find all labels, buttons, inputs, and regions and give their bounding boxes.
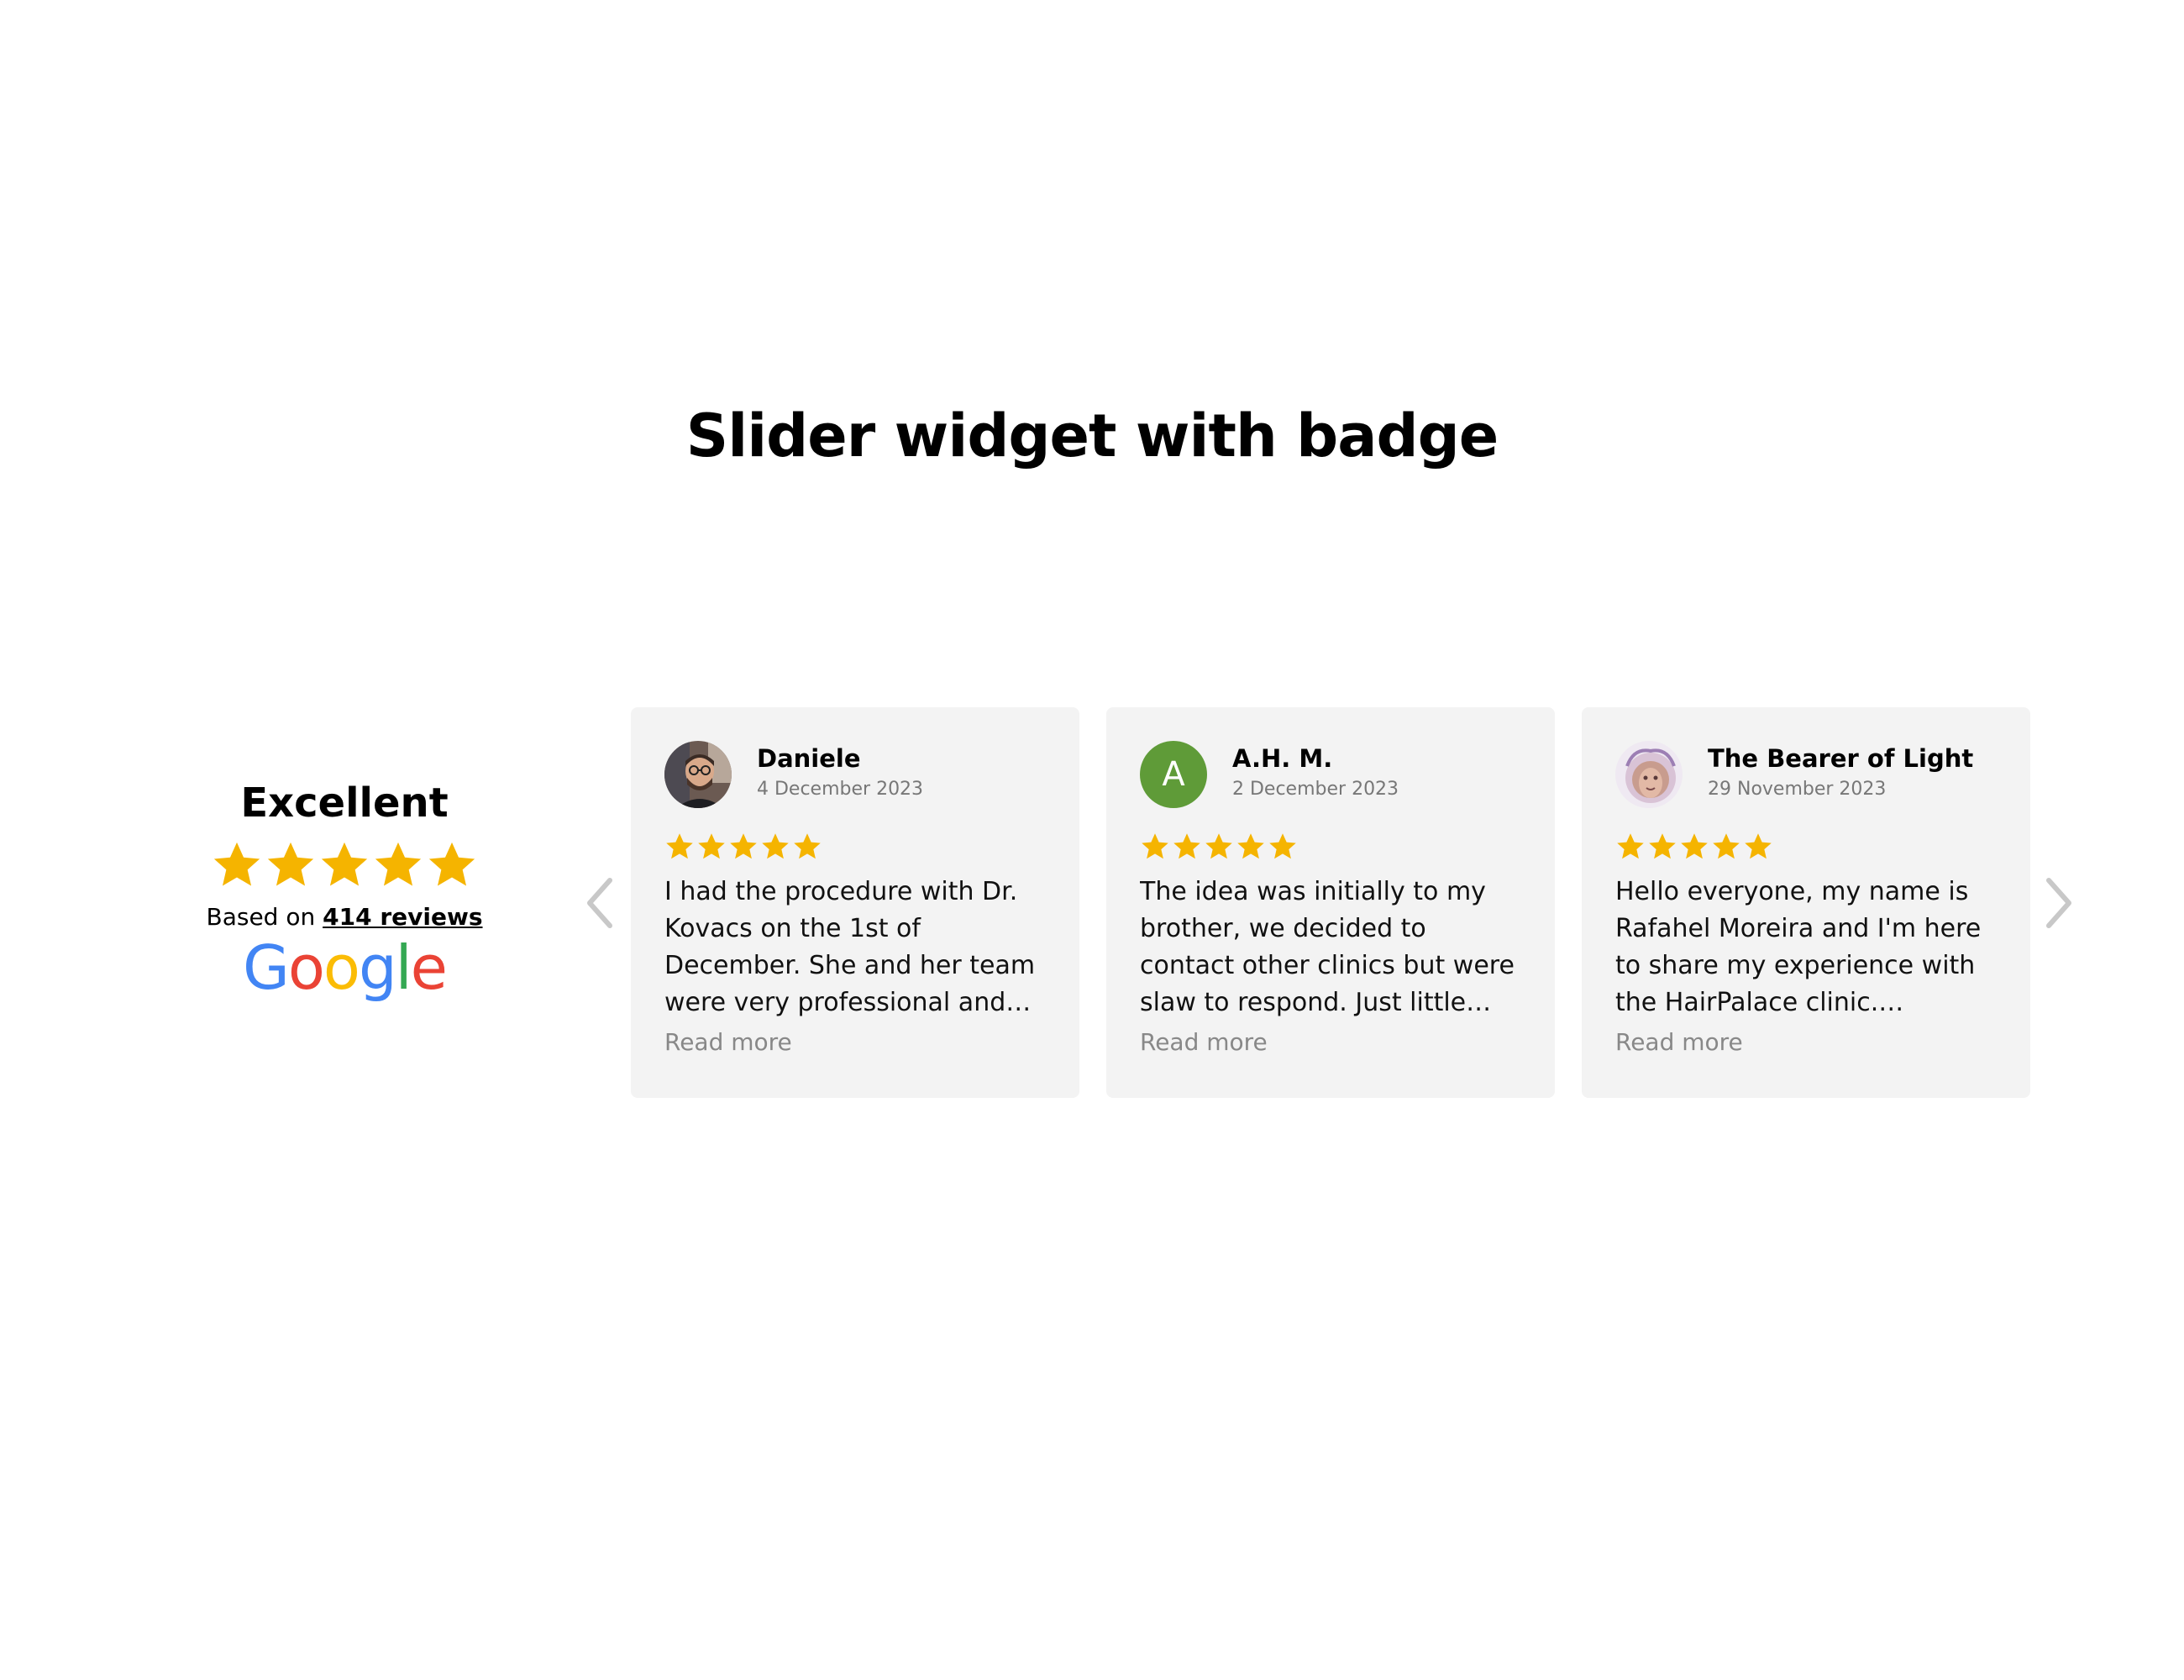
- google-logo-letter: g: [358, 932, 397, 1003]
- avatar: [1615, 741, 1683, 808]
- badge-stars: [193, 839, 496, 891]
- chevron-right-icon: [2046, 878, 2071, 928]
- based-on-prefix: Based on: [206, 902, 323, 931]
- review-stars: [1615, 832, 1997, 862]
- review-date: 2 December 2023: [1232, 778, 1399, 800]
- google-logo: Google: [193, 937, 496, 998]
- page: Slider widget with badge Excellent Based…: [0, 0, 2184, 1680]
- chevron-left-icon: [587, 878, 612, 928]
- rating-label: Excellent: [240, 780, 449, 827]
- page-title: Slider widget with badge: [685, 402, 1499, 470]
- based-on-text: Based on 414 reviews: [193, 903, 496, 931]
- review-text: The idea was initially to my brother, we…: [1140, 877, 1515, 1017]
- star-icon: [762, 833, 789, 859]
- review-header: A A.H. M. 2 December 2023: [1140, 741, 1521, 810]
- avatar: A: [1140, 741, 1207, 808]
- review-text: Hello everyone, my name is Rafahel Morei…: [1615, 877, 1982, 1017]
- review-card: The Bearer of Light 29 November 2023 Hel…: [1582, 707, 2030, 1098]
- star-icon: [375, 842, 422, 886]
- star-icon: [730, 833, 757, 859]
- author-name: A.H. M.: [1232, 744, 1333, 773]
- google-logo-letter: o: [287, 932, 325, 1003]
- star-icon: [213, 842, 260, 886]
- star-icon: [1617, 833, 1644, 859]
- review-text: I had the procedure with Dr. Kovacs on t…: [664, 877, 1036, 1017]
- star-icon: [428, 842, 475, 886]
- star-icon: [794, 833, 821, 859]
- review-author: A.H. M. 2 December 2023: [1232, 741, 1399, 800]
- star-icon: [1713, 833, 1740, 859]
- review-stars: [1140, 832, 1521, 862]
- slider-next-button[interactable]: [2037, 874, 2079, 932]
- read-more-link[interactable]: Read more: [1615, 1028, 1997, 1056]
- avatar: [664, 741, 732, 808]
- review-header: The Bearer of Light 29 November 2023: [1615, 741, 1997, 810]
- review-date: 29 November 2023: [1708, 778, 1887, 800]
- review-author: Daniele 4 December 2023: [757, 741, 923, 800]
- star-icon: [321, 842, 368, 886]
- reviews-count-link[interactable]: 414 reviews: [323, 903, 482, 931]
- star-icon: [1237, 833, 1264, 859]
- author-name: Daniele: [757, 744, 861, 773]
- author-name: The Bearer of Light: [1708, 744, 1974, 773]
- review-header: Daniele 4 December 2023: [664, 741, 1046, 810]
- review-date: 4 December 2023: [757, 778, 924, 800]
- star-icon: [1173, 833, 1200, 859]
- review-card: A A.H. M. 2 December 2023 The idea was i…: [1106, 707, 1555, 1098]
- rating-badge: Excellent Based on 414 reviews Google: [193, 781, 496, 998]
- star-icon: [698, 833, 725, 859]
- read-more-link[interactable]: Read more: [664, 1028, 1046, 1056]
- star-icon: [666, 833, 693, 859]
- google-logo-letter: G: [243, 932, 290, 1003]
- google-logo-letter: e: [410, 932, 448, 1003]
- read-more-link[interactable]: Read more: [1140, 1028, 1521, 1056]
- star-icon: [1745, 833, 1772, 859]
- review-stars: [664, 832, 1046, 862]
- star-icon: [1649, 833, 1676, 859]
- star-icon: [1681, 833, 1708, 859]
- slider-prev-button[interactable]: [580, 874, 622, 932]
- review-card: Daniele 4 December 2023 I had the proced…: [631, 707, 1079, 1098]
- star-icon: [267, 842, 314, 886]
- star-icon: [1205, 833, 1232, 859]
- google-logo-letter: l: [395, 932, 412, 1003]
- star-icon: [1269, 833, 1296, 859]
- star-icon: [1142, 833, 1168, 859]
- review-author: The Bearer of Light 29 November 2023: [1708, 741, 1973, 800]
- google-logo-letter: o: [323, 932, 360, 1003]
